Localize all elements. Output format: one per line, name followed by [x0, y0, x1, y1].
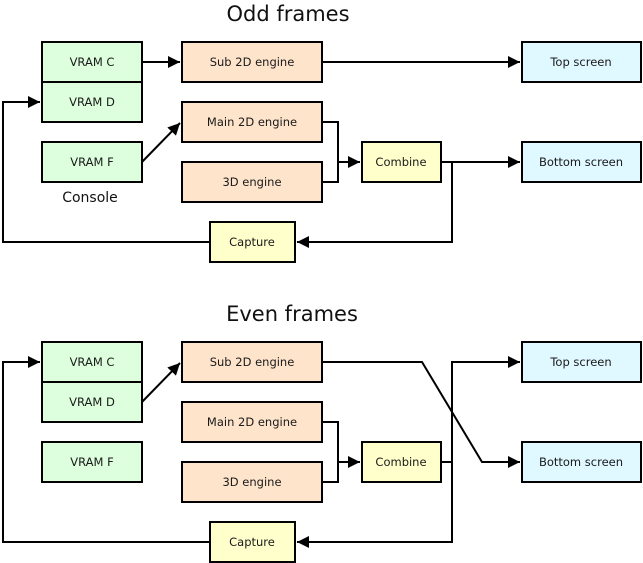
node-vram-d: VRAM D: [41, 381, 143, 423]
edge-3d-to-combine: [322, 456, 360, 483]
node-label: Main 2D engine: [207, 415, 297, 429]
edge-main2d-to-combine: [322, 421, 339, 462]
node-capture: Capture: [209, 221, 296, 263]
edge-main2d-to-combine: [322, 121, 339, 162]
node-label: VRAM C: [70, 55, 115, 69]
node-main-2d-engine: Main 2D engine: [181, 401, 323, 443]
node-label: VRAM F: [70, 455, 113, 469]
node-capture: Capture: [209, 521, 296, 563]
node-label: 3D engine: [222, 175, 281, 189]
node-sub-2d-engine: Sub 2D engine: [181, 341, 323, 383]
node-label: VRAM D: [69, 395, 115, 409]
node-label: Bottom screen: [539, 455, 623, 469]
frame-pipeline-diagram: Odd frames VRAM C VRAM D VRAM F Console …: [2, 2, 642, 563]
node-label: VRAM C: [70, 355, 115, 369]
node-3d-engine: 3D engine: [181, 461, 323, 503]
edge-vram-f-to-main2d: [141, 122, 181, 163]
node-combine: Combine: [361, 141, 442, 183]
node-vram-c: VRAM C: [41, 41, 143, 83]
node-label: Top screen: [549, 355, 611, 369]
node-vram-f: VRAM F: [41, 141, 143, 183]
node-sub-2d-engine: Sub 2D engine: [181, 41, 323, 83]
node-top-screen: Top screen: [521, 41, 642, 83]
panel-even-frames: Even frames VRAM C VRAM D VRAM F Sub 2D …: [2, 302, 642, 563]
node-label: Combine: [375, 155, 426, 169]
panel-odd-frames: Odd frames VRAM C VRAM D VRAM F Console …: [2, 2, 642, 263]
node-vram-f: VRAM F: [41, 441, 143, 483]
node-3d-engine: 3D engine: [181, 161, 323, 203]
node-label: Top screen: [549, 55, 611, 69]
node-label: Main 2D engine: [207, 115, 297, 129]
node-label: VRAM F: [70, 155, 113, 169]
node-label: Combine: [375, 455, 426, 469]
node-label: Bottom screen: [539, 155, 623, 169]
node-bottom-screen: Bottom screen: [521, 141, 642, 183]
panel-title-odd: Odd frames: [226, 2, 349, 26]
node-main-2d-engine: Main 2D engine: [181, 101, 323, 143]
node-vram-d: VRAM D: [41, 81, 143, 123]
node-label: VRAM D: [69, 95, 115, 109]
panel-title-even: Even frames: [226, 302, 358, 326]
node-combine: Combine: [361, 441, 442, 483]
node-label: Sub 2D engine: [210, 55, 295, 69]
node-label: 3D engine: [222, 475, 281, 489]
edge-3d-to-combine: [322, 156, 360, 183]
node-vram-c: VRAM C: [41, 341, 143, 383]
node-label: Sub 2D engine: [210, 355, 295, 369]
node-label: Capture: [229, 535, 275, 549]
console-label: Console: [62, 190, 118, 206]
edge-combine-to-top-screen: [441, 356, 520, 463]
node-top-screen: Top screen: [521, 341, 642, 383]
node-label: Capture: [229, 235, 275, 249]
edge-vram-d-to-sub2d: [141, 362, 181, 403]
node-bottom-screen: Bottom screen: [521, 441, 642, 483]
